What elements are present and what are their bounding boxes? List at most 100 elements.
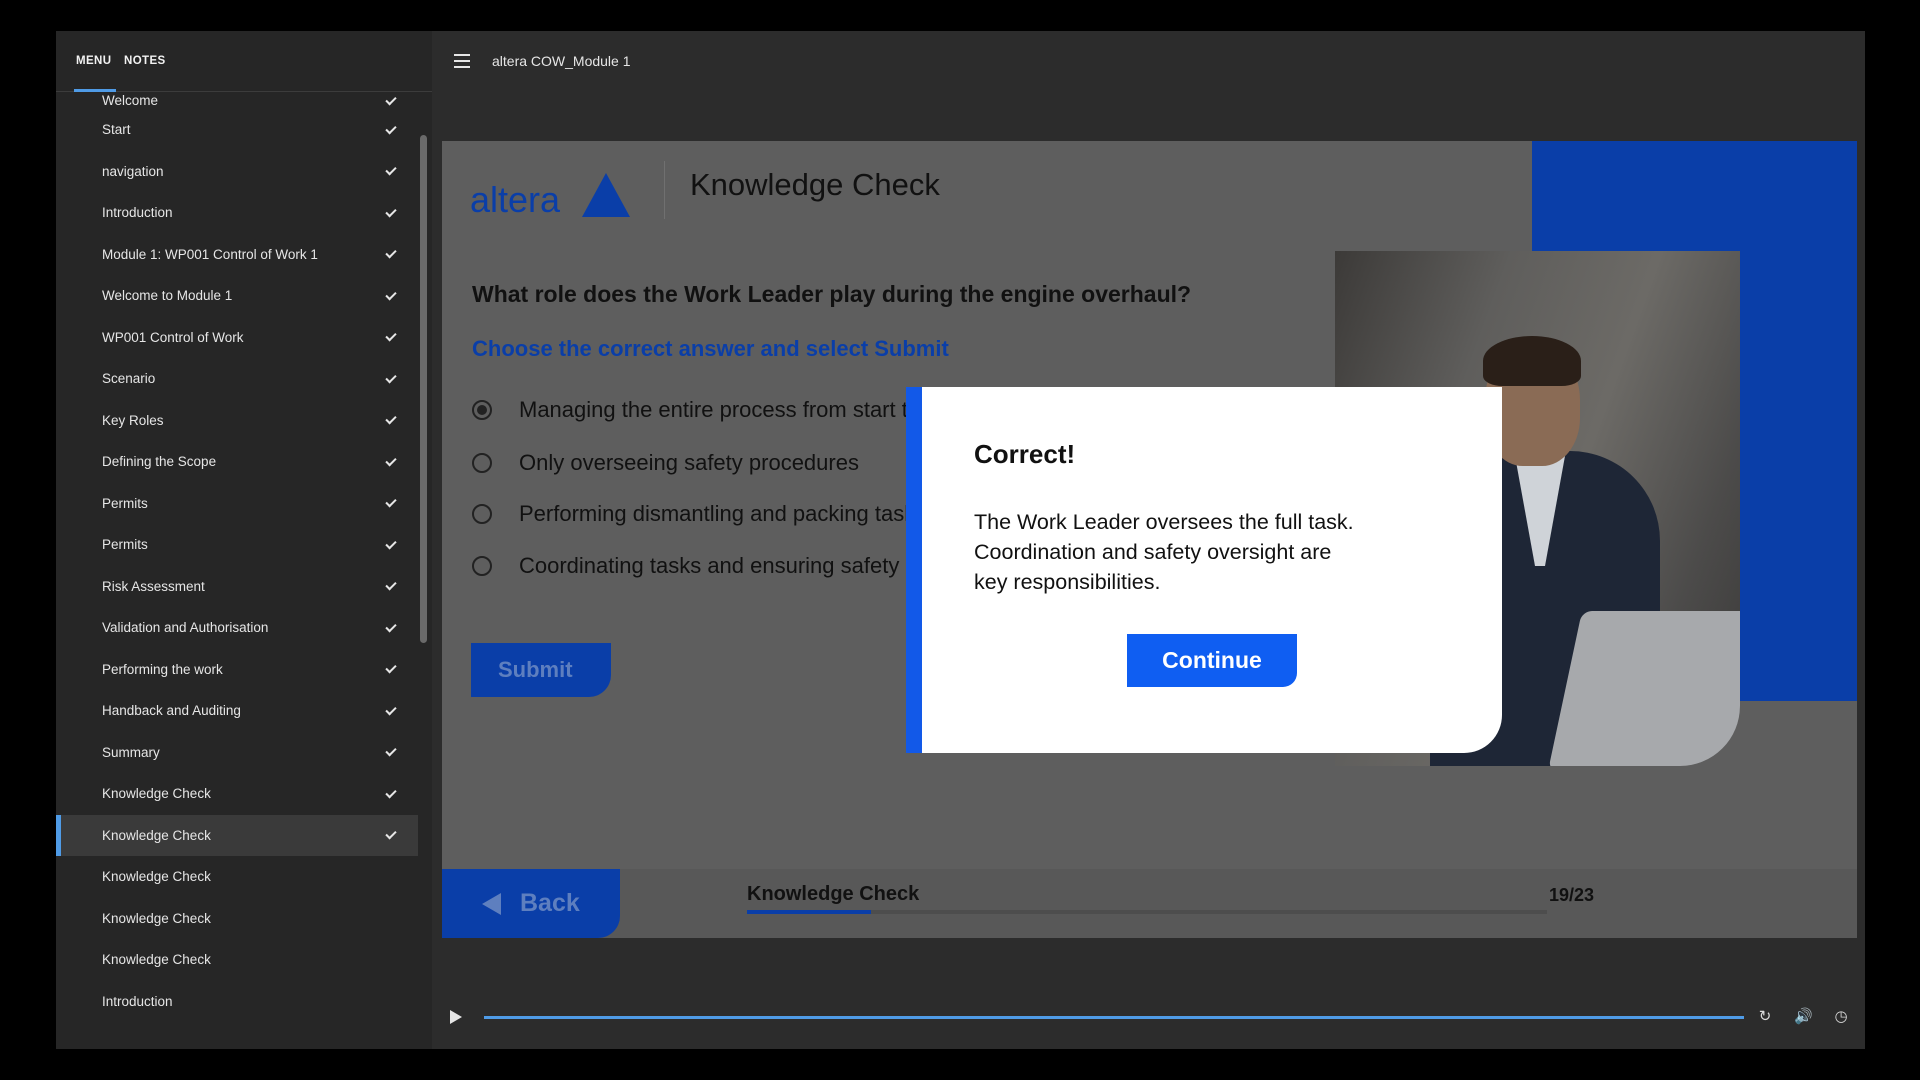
sidebar-item-label: Knowledge Check [102, 827, 211, 843]
altera-logo: altera [470, 159, 640, 220]
checkmark-icon [385, 620, 397, 633]
sidebar-item-label: Summary [102, 744, 160, 760]
header-divider [664, 161, 665, 219]
answer-label: Performing dismantling and packing tasks [519, 501, 927, 526]
sidebar-item[interactable]: Handback and Auditing [56, 690, 418, 732]
feedback-modal: Correct! The Work Leader oversees the fu… [906, 387, 1502, 753]
sidebar-item[interactable]: navigation [56, 151, 418, 193]
sidebar-item[interactable]: Permits [56, 524, 418, 566]
sidebar-item[interactable]: Knowledge Check [56, 939, 418, 981]
sidebar-item-label: Module 1: WP001 Control of Work 1 [102, 246, 318, 262]
answer-option-4[interactable]: Coordinating tasks and ensuring safety [472, 553, 899, 579]
sidebar-tabs: MENU NOTES [56, 31, 432, 92]
slide-progress-bar [747, 910, 1547, 914]
radio-button[interactable] [472, 556, 492, 576]
sidebar-item[interactable]: Scenario [56, 358, 418, 400]
sidebar-item[interactable]: Knowledge Check [56, 814, 418, 856]
sidebar-item[interactable]: Welcome to Module 1 [56, 275, 418, 317]
play-icon[interactable] [450, 1010, 462, 1024]
modal-body-line: key responsibilities. [974, 570, 1161, 594]
sidebar-item-label: Start [102, 122, 131, 138]
sidebar-item-label: Knowledge Check [102, 910, 211, 926]
sidebar-item[interactable]: Performing the work [56, 649, 418, 691]
sidebar-item-label: Key Roles [102, 412, 164, 428]
seek-bar[interactable] [484, 1016, 1744, 1019]
topbar: altera COW_Module 1 [432, 31, 1865, 92]
sidebar-item-label: Welcome [102, 93, 159, 108]
sidebar-item-label: Handback and Auditing [102, 703, 241, 719]
sidebar-item-label: Permits [102, 495, 148, 511]
back-label: Back [520, 889, 580, 917]
sidebar-item[interactable]: Defining the Scope [56, 441, 418, 483]
continue-button[interactable]: Continue [1127, 634, 1297, 687]
answer-option-2[interactable]: Only overseeing safety procedures [472, 450, 859, 476]
tab-notes[interactable]: NOTES [124, 55, 166, 67]
modal-body-line: The Work Leader oversees the full task. [974, 510, 1354, 534]
sidebar-item[interactable]: Knowledge Check [56, 773, 418, 815]
sidebar-item[interactable]: Summary [56, 732, 418, 774]
answer-option-3[interactable]: Performing dismantling and packing tasks [472, 501, 926, 527]
checkmark-icon [385, 288, 397, 301]
sidebar-item[interactable]: Permits [56, 483, 418, 525]
slide-nav-bar: Back Knowledge Check 19/23 [442, 869, 1857, 938]
tab-menu[interactable]: MENU [76, 55, 111, 67]
answer-option-1[interactable]: Managing the entire process from start t… [472, 397, 978, 423]
sidebar-item[interactable]: WP001 Control of Work [56, 317, 418, 359]
checkmark-icon [385, 745, 397, 757]
modal-accent-stripe [906, 387, 922, 753]
back-button[interactable]: Back [442, 869, 620, 938]
sidebar-item[interactable]: Start [56, 109, 418, 151]
radio-button[interactable] [472, 504, 492, 524]
sidebar-item-label: Knowledge Check [102, 869, 211, 885]
submit-button[interactable]: Submit [471, 643, 611, 697]
volume-icon[interactable]: 🔊 [1794, 1007, 1813, 1025]
active-tab-indicator [74, 89, 116, 92]
slide-counter: 19/23 [1549, 885, 1595, 905]
answer-label: Only overseeing safety procedures [519, 450, 859, 475]
radio-button[interactable] [472, 453, 492, 473]
sidebar-item-label: Knowledge Check [102, 786, 211, 802]
seek-bar-fill [484, 1016, 1744, 1019]
checkmark-icon [385, 205, 397, 218]
answer-label: Coordinating tasks and ensuring safety [519, 553, 900, 578]
sidebar-item[interactable]: Introduction [56, 981, 418, 1023]
course-title: altera COW_Module 1 [492, 53, 631, 69]
checkmark-icon [385, 496, 397, 508]
hamburger-icon[interactable] [454, 54, 470, 68]
sidebar-item[interactable]: Introduction [56, 192, 418, 234]
sidebar-item-label: Scenario [102, 371, 156, 387]
sidebar-item-label: Introduction [102, 205, 173, 221]
sidebar-item-label: WP001 Control of Work [102, 329, 244, 345]
sidebar-item-label: Validation and Authorisation [102, 620, 269, 636]
sidebar-scrollbar[interactable] [420, 135, 427, 643]
replay-icon[interactable]: ↻ [1756, 1007, 1774, 1025]
sidebar-item[interactable]: Knowledge Check [56, 856, 418, 898]
checkmark-icon [385, 703, 397, 716]
checkmark-icon [385, 662, 397, 674]
sidebar-item[interactable]: Validation and Authorisation [56, 607, 418, 649]
sidebar-item[interactable]: Risk Assessment [56, 566, 418, 608]
nav-title: Knowledge Check [747, 883, 920, 905]
playback-speed-icon[interactable]: ◷ [1832, 1007, 1850, 1025]
sidebar-item-label: navigation [102, 163, 164, 179]
checkmark-icon [385, 828, 397, 840]
sidebar-item-label: Introduction [102, 993, 173, 1009]
modal-title: Correct! [974, 439, 1076, 469]
sidebar-item-label: Defining the Scope [102, 454, 217, 470]
radio-button[interactable] [472, 400, 492, 420]
checkmark-icon [385, 413, 397, 425]
checkmark-icon [385, 94, 397, 106]
sidebar-item[interactable]: Key Roles [56, 400, 418, 442]
logo-triangle-icon [582, 173, 630, 217]
back-arrow-icon [482, 893, 501, 915]
sidebar-item[interactable]: Module 1: WP001 Control of Work 1 [56, 234, 418, 276]
sidebar-item[interactable]: Welcome [56, 93, 418, 109]
checkmark-icon [385, 330, 397, 342]
sidebar: MENU NOTES Welcome Start navigation Introdu… [56, 31, 432, 1049]
checkmark-icon [385, 371, 397, 384]
sidebar-item-label: Risk Assessment [102, 578, 205, 594]
slide-progress-fill [747, 910, 871, 914]
checkmark-icon [385, 454, 397, 467]
checkmark-icon [385, 537, 397, 550]
sidebar-item[interactable]: Knowledge Check [56, 898, 418, 940]
